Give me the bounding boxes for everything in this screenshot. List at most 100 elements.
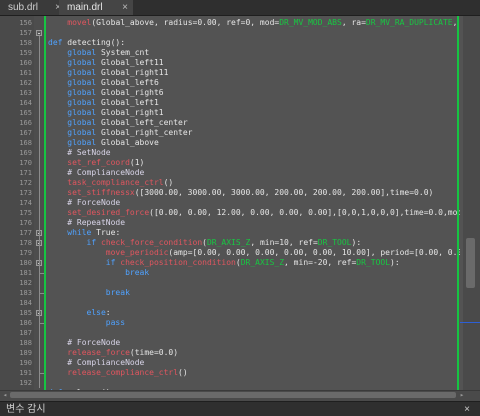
code-line[interactable]: global Global_right11: [48, 68, 168, 78]
code-line[interactable]: # RepeatNode: [48, 218, 125, 228]
code-token: (amp=[0.00, 0.00, 0.00, 0.00, 0.00, 10.0…: [168, 248, 460, 257]
code-token: DR_AXIS_Z: [206, 238, 251, 247]
code-token: Global_right1: [96, 108, 164, 117]
code-editor[interactable]: 156 157 158 159 160 161 162 163 164 165 166 167 168 1…: [0, 16, 480, 390]
code-line[interactable]: task_compliance_ctrl(): [48, 178, 173, 188]
code-token: pass: [105, 318, 126, 327]
code-line[interactable]: global System_cnt: [48, 48, 149, 58]
line-number: 162: [19, 79, 32, 87]
code-token: global: [67, 128, 97, 137]
code-token: DR_MV_MOD_ABS: [279, 18, 342, 27]
line-number: 191: [19, 369, 32, 377]
code-token: global: [67, 58, 97, 67]
code-token: DR_AXIS_Z: [240, 258, 285, 267]
code-line[interactable]: # SetNode: [48, 148, 111, 158]
scroll-left-icon[interactable]: ◂: [1, 390, 9, 400]
code-token: movel: [67, 18, 92, 27]
tab-main-drl[interactable]: main.drl ×: [59, 0, 133, 15]
code-line[interactable]: global Global_right6: [48, 88, 163, 98]
code-line[interactable]: else:: [48, 308, 111, 318]
code-line[interactable]: # ComplianceNode: [48, 168, 144, 178]
line-number: 167: [19, 129, 32, 137]
line-number: 168: [19, 139, 32, 147]
line-number: 172: [19, 179, 32, 187]
code-token: (): [163, 178, 174, 187]
code-line[interactable]: move_periodic(amp=[0.00, 0.00, 0.00, 0.0…: [48, 248, 460, 258]
code-area[interactable]: movel(Global_above, radius=0.00, ref=0, …: [46, 16, 460, 390]
code-line[interactable]: def detecting():: [48, 38, 125, 48]
code-token: if: [86, 238, 97, 247]
code-line[interactable]: if check_force_condition(DR_AXIS_Z, min=…: [48, 238, 362, 248]
code-token: # SetNode: [67, 148, 111, 157]
code-token: if: [105, 258, 116, 267]
code-token: task_compliance_ctrl: [67, 178, 164, 187]
code-line[interactable]: if check_position_condition(DR_AXIS_Z, m…: [48, 258, 400, 268]
code-token: Global_right11: [96, 68, 169, 77]
line-number: 156: [19, 19, 32, 27]
code-line[interactable]: set_desired_force([0.00, 0.00, 12.00, 0.…: [48, 208, 460, 218]
code-line[interactable]: # ForceNode: [48, 198, 120, 208]
code-line[interactable]: global Global_above: [48, 138, 159, 148]
code-line[interactable]: global Global_left6: [48, 78, 159, 88]
code-token: detecting():: [62, 38, 126, 47]
code-token: DR_TOOL: [317, 238, 352, 247]
code-line[interactable]: break: [48, 288, 130, 298]
code-line[interactable]: release_compliance_ctrl(): [48, 368, 187, 378]
code-token: # ForceNode: [67, 338, 121, 347]
code-token: (1): [129, 158, 145, 167]
code-line[interactable]: global Global_left_center: [48, 118, 187, 128]
code-line[interactable]: set_ref_coord(1): [48, 158, 144, 168]
close-icon[interactable]: ×: [122, 0, 128, 15]
code-token: ):: [390, 258, 400, 267]
code-token: # ForceNode: [67, 198, 121, 207]
line-number: 166: [19, 119, 32, 127]
code-line[interactable]: global Global_right1: [48, 108, 164, 118]
line-number: 173: [19, 189, 32, 197]
code-token: release_compliance_ctrl: [67, 368, 179, 377]
vertical-scrollbar[interactable]: [463, 16, 480, 390]
code-line[interactable]: global Global_right_center: [48, 128, 193, 138]
scroll-right-icon[interactable]: ▸: [458, 390, 466, 400]
code-line[interactable]: global Global_left11: [48, 58, 164, 68]
close-icon[interactable]: ×: [464, 403, 470, 416]
line-number: 164: [19, 99, 32, 107]
code-token: Global_right_center: [96, 128, 193, 137]
tab-sub-drl[interactable]: sub.drl ×: [0, 0, 67, 15]
code-line[interactable]: pass: [48, 318, 125, 328]
code-line[interactable]: global Global_left1: [48, 98, 159, 108]
code-line[interactable]: set_stiffnessx([3000.00, 3000.00, 3000.0…: [48, 188, 433, 198]
code-token: True:: [91, 228, 121, 237]
code-line[interactable]: # ComplianceNode: [48, 358, 144, 368]
code-token: # ComplianceNode: [67, 358, 145, 367]
variable-watch-panel: 변수 감시 ×: [0, 401, 480, 416]
code-line[interactable]: # ForceNode: [48, 338, 120, 348]
line-number: 157: [19, 29, 32, 37]
code-token: DR_MV_RA_DUPLICATE: [365, 18, 453, 27]
line-number: 159: [19, 49, 32, 57]
code-token: set_ref_coord: [67, 158, 130, 167]
vertical-scrollbar-thumb[interactable]: [466, 238, 475, 288]
horizontal-scrollbar-thumb[interactable]: [10, 392, 456, 398]
code-token: while: [67, 228, 92, 237]
code-token: check_position_condition: [120, 258, 236, 267]
code-token: # ComplianceNode: [67, 168, 145, 177]
line-number: 185: [19, 309, 32, 317]
fold-guide-line: [39, 36, 40, 388]
line-number: 175: [19, 209, 32, 217]
code-token: System_cnt: [96, 48, 150, 57]
code-line[interactable]: while True:: [48, 228, 120, 238]
code-line[interactable]: release_force(time=0.0): [48, 348, 178, 358]
code-line[interactable]: break: [48, 268, 149, 278]
code-line[interactable]: movel(Global_above, radius=0.00, ref=0, …: [48, 18, 460, 28]
code-token: Global_left11: [96, 58, 164, 67]
code-token: global: [67, 138, 97, 147]
